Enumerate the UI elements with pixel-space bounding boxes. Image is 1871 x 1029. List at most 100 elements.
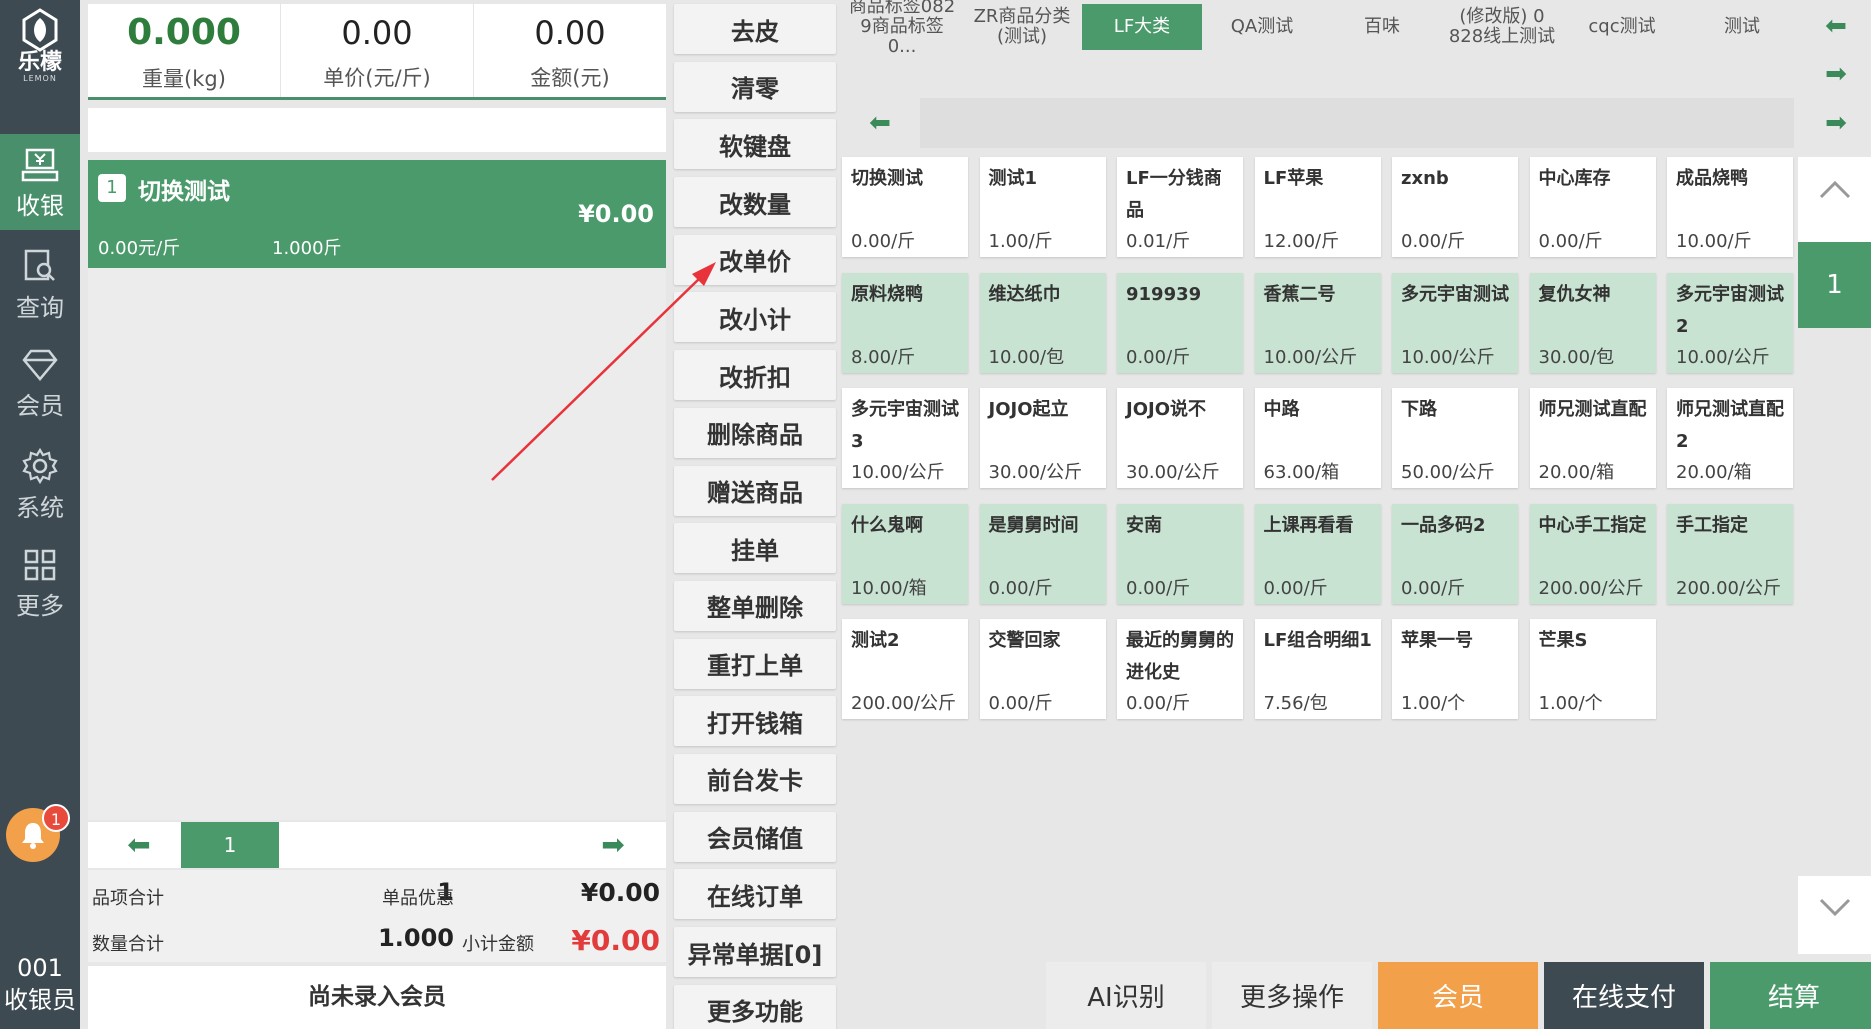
change-discount-button[interactable]: 改折扣 bbox=[674, 350, 836, 401]
tab-category-0[interactable]: 商品标签082 9商品标签0... bbox=[842, 0, 962, 57]
delete-item-button[interactable]: 删除商品 bbox=[674, 407, 836, 458]
product-name: 芒果S bbox=[1538, 630, 1588, 651]
exception-orders-button[interactable]: 异常单据[0] bbox=[674, 927, 836, 977]
zero-button[interactable]: 清零 bbox=[674, 61, 836, 112]
product-tile[interactable]: 是舅舅时间 0.00/斤 bbox=[979, 503, 1106, 604]
product-name: 苹果一号 bbox=[1401, 630, 1473, 651]
reprint-button[interactable]: 重打上单 bbox=[674, 638, 836, 689]
qty-total-value: 1.000 bbox=[378, 924, 454, 952]
more-actions-button[interactable]: 更多操作 bbox=[1212, 962, 1372, 1029]
open-drawer-button[interactable]: 打开钱箱 bbox=[674, 696, 836, 747]
product-tile[interactable]: LF一分钱商品 0.01/斤 bbox=[1117, 157, 1243, 257]
product-tile[interactable]: 919939 0.00/斤 bbox=[1117, 272, 1243, 373]
change-unit-price-button[interactable]: 改单价 bbox=[674, 234, 836, 285]
product-tile[interactable]: 复仇女神 30.00/包 bbox=[1529, 272, 1656, 373]
product-name: 上课再看看 bbox=[1263, 514, 1354, 536]
gift-item-button[interactable]: 赠送商品 bbox=[674, 465, 836, 516]
subcategory-prev-arrow-icon[interactable]: ⬅ bbox=[842, 98, 918, 148]
product-tile[interactable]: 手工指定 200.00/公斤 bbox=[1667, 503, 1793, 604]
change-qty-button[interactable]: 改数量 bbox=[674, 177, 836, 228]
product-name: 什么鬼啊 bbox=[851, 514, 923, 536]
product-tile[interactable]: 测试2 200.00/公斤 bbox=[842, 619, 968, 719]
product-tile[interactable]: 什么鬼啊 10.00/箱 bbox=[842, 503, 968, 604]
more-functions-button[interactable]: 更多功能 bbox=[674, 984, 836, 1029]
tab-category-6[interactable]: cqc测试 bbox=[1562, 4, 1682, 50]
cart-next-arrow-icon[interactable]: ➡ bbox=[588, 830, 638, 860]
product-page-down[interactable] bbox=[1798, 876, 1871, 954]
product-tile[interactable]: 芒果S 1.00/个 bbox=[1529, 619, 1656, 719]
product-name: 复仇女神 bbox=[1538, 283, 1611, 305]
change-subtotal-button[interactable]: 改小计 bbox=[674, 292, 836, 343]
product-tile[interactable]: 上课再看看 0.00/斤 bbox=[1254, 503, 1381, 604]
tab-category-1[interactable]: ZR商品分类 (测试) bbox=[962, 4, 1082, 50]
category-prev-arrow-icon[interactable]: ⬅ bbox=[1806, 6, 1866, 46]
grid-icon bbox=[24, 549, 56, 581]
product-tile[interactable]: 多元宇宙测试2 10.00/公斤 bbox=[1667, 272, 1793, 373]
checkout-button[interactable]: 结算 bbox=[1710, 962, 1871, 1029]
tare-button[interactable]: 去皮 bbox=[674, 4, 836, 54]
member-button[interactable]: 会员 bbox=[1378, 962, 1538, 1029]
product-tile[interactable]: 成品烧鸭 10.00/斤 bbox=[1667, 157, 1793, 257]
soft-keyboard-button[interactable]: 软键盘 bbox=[674, 119, 836, 170]
cart-prev-arrow-icon[interactable]: ⬅ bbox=[114, 830, 164, 860]
ai-recognize-button[interactable]: AI识别 bbox=[1046, 962, 1206, 1029]
hold-order-button[interactable]: 挂单 bbox=[674, 523, 836, 574]
product-tile[interactable]: 切换测试 0.00/斤 bbox=[842, 157, 968, 257]
product-tile[interactable]: JOJO起立 30.00/公斤 bbox=[979, 388, 1106, 488]
product-name: 多元宇宙测试2 bbox=[1676, 283, 1784, 337]
product-tile[interactable]: 最近的舅舅的进化史 0.00/斤 bbox=[1117, 619, 1243, 719]
product-tile[interactable]: 维达纸巾 10.00/包 bbox=[979, 272, 1106, 373]
nav-member[interactable]: 会员 bbox=[0, 334, 80, 430]
product-price: 20.00/箱 bbox=[1538, 462, 1615, 483]
product-tile[interactable]: 中路 63.00/箱 bbox=[1254, 388, 1381, 488]
product-price: 0.00/斤 bbox=[1126, 693, 1191, 714]
online-orders-button[interactable]: 在线订单 bbox=[674, 869, 836, 920]
product-tile[interactable]: JOJO说不 30.00/公斤 bbox=[1117, 388, 1243, 488]
cart-row[interactable]: 1 切换测试 ¥0.00 0.00元/斤 1.000斤 bbox=[88, 160, 666, 268]
weight-value: 0.000 bbox=[127, 12, 241, 53]
nav-more[interactable]: 更多 bbox=[0, 534, 80, 630]
product-name: JOJO说不 bbox=[1126, 399, 1206, 420]
tab-category-3[interactable]: QA测试 bbox=[1202, 4, 1322, 50]
tab-category-2[interactable]: LF大类 bbox=[1082, 4, 1202, 50]
product-tile[interactable]: 原料烧鸭 8.00/斤 bbox=[842, 272, 968, 373]
barcode-input[interactable] bbox=[88, 108, 666, 152]
product-tile[interactable]: 测试1 1.00/斤 bbox=[979, 157, 1106, 257]
category-next-arrow-icon[interactable]: ➡ bbox=[1806, 54, 1866, 94]
nav-query[interactable]: 查询 bbox=[0, 234, 80, 330]
nav-cashier[interactable]: 收银 bbox=[0, 134, 80, 230]
delete-order-button[interactable]: 整单删除 bbox=[674, 580, 836, 631]
product-tile[interactable]: 多元宇宙测试 10.00/公斤 bbox=[1392, 272, 1518, 373]
product-tile[interactable]: 交警回家 0.00/斤 bbox=[979, 619, 1106, 719]
member-topup-button[interactable]: 会员储值 bbox=[674, 811, 836, 862]
tab-category-4[interactable]: 百味 bbox=[1322, 4, 1442, 50]
product-tile[interactable]: 一品多码2 0.00/斤 bbox=[1392, 503, 1518, 604]
tab-category-5[interactable]: (修改版) 0 828线上测试 bbox=[1442, 4, 1562, 50]
product-tile[interactable]: LF苹果 12.00/斤 bbox=[1254, 157, 1381, 257]
cash-register-icon bbox=[21, 148, 59, 182]
cashier-info: 001 收银员 bbox=[0, 952, 80, 1016]
product-tile[interactable]: 多元宇宙测试3 10.00/公斤 bbox=[842, 388, 968, 488]
product-price: 30.00/公斤 bbox=[988, 462, 1083, 483]
notification-button[interactable]: 1 bbox=[6, 804, 70, 862]
member-entry-bar[interactable]: 尚未录入会员 bbox=[88, 966, 666, 1029]
online-pay-button[interactable]: 在线支付 bbox=[1544, 962, 1704, 1029]
function-buttons: 去皮 清零 软键盘 改数量 改单价 改小计 改折扣 删除商品 赠送商品 挂单 整… bbox=[674, 4, 836, 1029]
product-tile[interactable]: 中心库存 0.00/斤 bbox=[1529, 157, 1656, 257]
product-tile[interactable]: 师兄测试直配2 20.00/箱 bbox=[1667, 388, 1793, 488]
app-logo: 乐檬 LEMON bbox=[0, 8, 80, 108]
tab-category-7[interactable]: 测试 bbox=[1682, 4, 1802, 50]
product-tile[interactable]: 香蕉二号 10.00/公斤 bbox=[1254, 272, 1381, 373]
subcategory-next-arrow-icon[interactable]: ➡ bbox=[1806, 103, 1866, 143]
product-tile[interactable]: 师兄测试直配 20.00/箱 bbox=[1529, 388, 1656, 488]
product-tile[interactable]: LF组合明细1 7.56/包 bbox=[1254, 619, 1381, 719]
product-name: JOJO起立 bbox=[988, 399, 1069, 420]
product-tile[interactable]: zxnb 0.00/斤 bbox=[1392, 157, 1518, 257]
nav-system[interactable]: 系统 bbox=[0, 434, 80, 530]
product-tile[interactable]: 中心手工指定 200.00/公斤 bbox=[1529, 503, 1656, 604]
product-tile[interactable]: 苹果一号 1.00/个 bbox=[1392, 619, 1518, 719]
issue-card-button[interactable]: 前台发卡 bbox=[674, 753, 836, 804]
product-page-number: 1 bbox=[1798, 242, 1871, 328]
product-tile[interactable]: 下路 50.00/公斤 bbox=[1392, 388, 1518, 488]
product-tile[interactable]: 安南 0.00/斤 bbox=[1117, 503, 1243, 604]
